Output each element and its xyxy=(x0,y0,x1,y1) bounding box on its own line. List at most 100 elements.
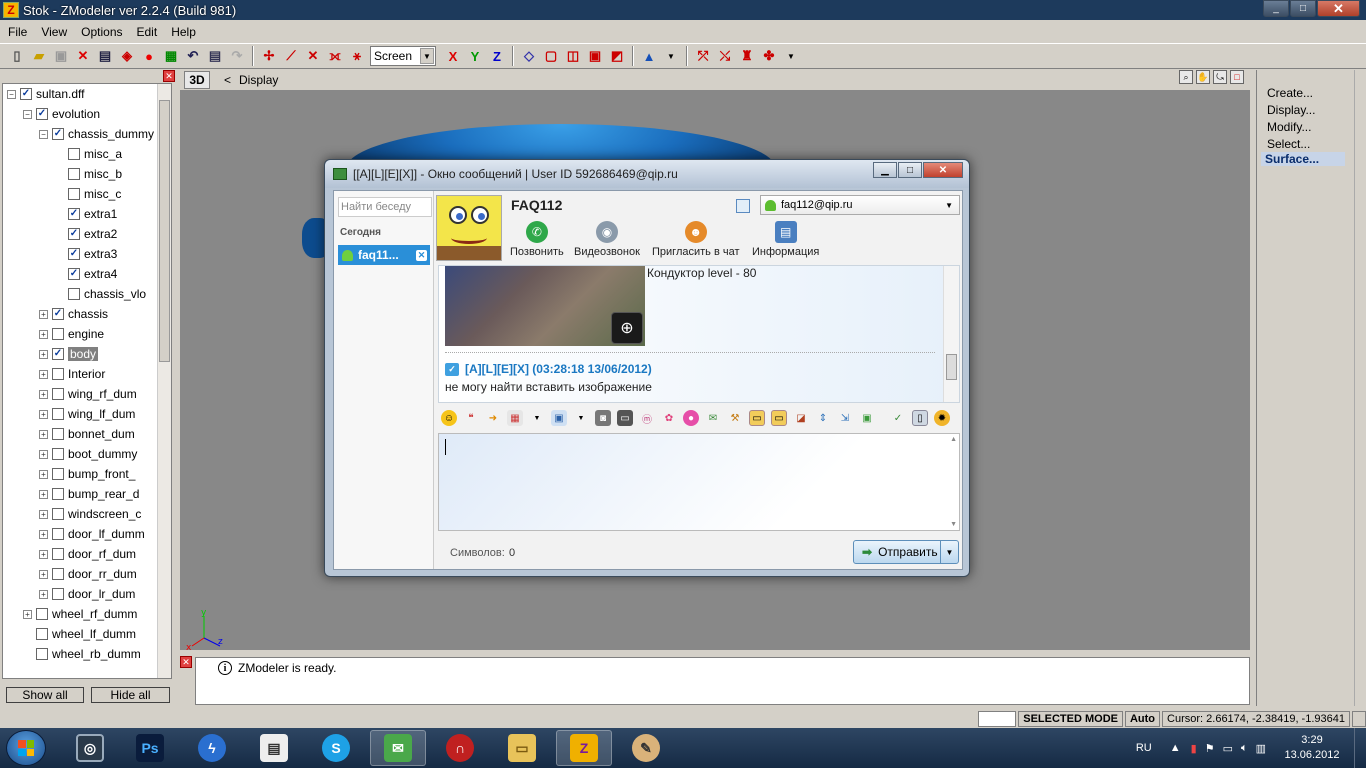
taskbar-app-1[interactable]: ◎ xyxy=(62,730,118,766)
quote-icon[interactable]: ❝ xyxy=(463,410,479,426)
figure-icon[interactable]: ♜ xyxy=(738,47,756,65)
cmd-create[interactable]: Create... xyxy=(1267,86,1313,100)
axis-tool-icon[interactable]: ⚹ xyxy=(348,47,366,65)
tree-item[interactable]: + door_lf_dumm xyxy=(39,524,145,544)
transform-icon[interactable]: ⤱ xyxy=(694,47,712,65)
close-conversation-icon[interactable]: ✕ xyxy=(416,249,427,261)
tv-icon[interactable]: ▭ xyxy=(617,410,633,426)
taskbar-app-4[interactable]: ▤ xyxy=(246,730,302,766)
calendar-icon[interactable]: ▦ xyxy=(507,410,523,426)
language-indicator[interactable]: RU xyxy=(1136,742,1152,754)
maximize-view-icon[interactable]: □ xyxy=(1230,70,1244,84)
expand-icon[interactable]: + xyxy=(39,569,48,579)
call-button[interactable]: ✆ Позвонить xyxy=(510,221,564,258)
visibility-checkbox[interactable] xyxy=(36,648,48,660)
visibility-checkbox[interactable]: ✓ xyxy=(36,108,48,120)
scrollbar-thumb[interactable] xyxy=(159,100,170,362)
expand-icon[interactable]: + xyxy=(39,509,48,519)
tree-item[interactable]: ✓ extra1 xyxy=(55,204,117,224)
move-tool-icon[interactable]: ⟋ xyxy=(282,47,300,65)
visibility-checkbox[interactable] xyxy=(52,448,64,460)
send-button[interactable]: ➡ Отправить ▼ xyxy=(853,540,959,564)
scroll-down-icon[interactable]: ▼ xyxy=(950,521,957,528)
history-icon[interactable] xyxy=(736,199,750,213)
import-icon[interactable]: ▤ xyxy=(96,47,114,65)
export-icon[interactable]: ⇲ xyxy=(837,410,853,426)
tree-item[interactable]: misc_a xyxy=(55,144,122,164)
tree-item[interactable]: + engine xyxy=(39,324,104,344)
visibility-checkbox[interactable]: ✓ xyxy=(52,128,64,140)
group-mode-icon[interactable]: ◩ xyxy=(608,47,626,65)
snap-icon[interactable]: ▲ xyxy=(640,47,658,65)
forward-icon[interactable]: ➜ xyxy=(485,410,501,426)
menu-view[interactable]: View xyxy=(41,25,67,39)
dropdown-icon[interactable]: ▼ xyxy=(662,47,680,65)
tree-item[interactable]: + ✓ chassis xyxy=(39,304,108,324)
show-desktop-button[interactable] xyxy=(1354,728,1366,768)
scrollbar-thumb[interactable] xyxy=(946,354,957,380)
tree-item[interactable]: ✓ extra3 xyxy=(55,244,117,264)
object-mode-icon[interactable]: ▣ xyxy=(586,47,604,65)
tree-item[interactable]: + bump_rear_d xyxy=(39,484,139,504)
tools-icon[interactable]: ⚒ xyxy=(727,410,743,426)
tree-item[interactable]: ✓ extra4 xyxy=(55,264,117,284)
invite-to-chat-button[interactable]: ☻ Пригласить в чат xyxy=(652,221,740,258)
volume-icon[interactable]: 🔈︎ xyxy=(1241,742,1248,755)
conversation-search-input[interactable]: Найти беседу xyxy=(338,197,432,217)
visibility-checkbox[interactable] xyxy=(36,628,48,640)
dropdown-icon[interactable]: ▼ xyxy=(529,410,545,426)
save-icon[interactable]: ▣ xyxy=(52,47,70,65)
folder-icon[interactable]: ▭ xyxy=(771,410,787,426)
visibility-checkbox[interactable]: ✓ xyxy=(68,208,80,220)
collapse-icon[interactable]: − xyxy=(39,129,48,139)
chevron-down-icon[interactable]: ▼ xyxy=(945,201,953,210)
taskbar-app-3[interactable]: ϟ xyxy=(184,730,240,766)
view-mode-select[interactable]: Screen ▼ xyxy=(370,46,436,66)
expand-icon[interactable]: + xyxy=(39,449,48,459)
clock[interactable]: 3:29 13.06.2012 xyxy=(1276,733,1348,763)
lights-icon[interactable]: ✤ xyxy=(760,47,778,65)
expand-icon[interactable]: + xyxy=(39,489,48,499)
menu-edit[interactable]: Edit xyxy=(137,25,158,39)
visibility-checkbox[interactable] xyxy=(52,528,64,540)
collapse-icon[interactable]: − xyxy=(7,89,16,99)
attached-photo[interactable]: ⊕ xyxy=(445,266,645,346)
visibility-checkbox[interactable]: ✓ xyxy=(68,248,80,260)
menu-file[interactable]: File xyxy=(8,25,27,39)
visibility-checkbox[interactable]: ✓ xyxy=(52,348,64,360)
expand-icon[interactable]: + xyxy=(39,409,48,419)
visibility-checkbox[interactable] xyxy=(52,408,64,420)
chevron-down-icon[interactable]: ▼ xyxy=(940,541,958,563)
sticker-icon[interactable]: ● xyxy=(683,410,699,426)
export-icon[interactable]: ◈ xyxy=(118,47,136,65)
visibility-checkbox[interactable] xyxy=(52,588,64,600)
taskbar-paint[interactable]: ✎ xyxy=(618,730,674,766)
scroll-up-icon[interactable]: ▲ xyxy=(950,436,957,443)
tree-item[interactable]: + wing_lf_dum xyxy=(39,404,135,424)
record-icon[interactable]: ● xyxy=(140,47,158,65)
visibility-checkbox[interactable] xyxy=(52,428,64,440)
open-file-icon[interactable]: ▰ xyxy=(30,47,48,65)
tree-item[interactable]: + Interior xyxy=(39,364,105,384)
scale-tool-icon[interactable]: ⟗ xyxy=(326,47,344,65)
visibility-checkbox[interactable] xyxy=(52,368,64,380)
chevron-down-icon[interactable]: ▼ xyxy=(420,48,434,64)
tree-scrollbar[interactable] xyxy=(157,84,171,678)
cmd-modify[interactable]: Modify... xyxy=(1267,120,1311,134)
history-scrollbar[interactable] xyxy=(943,266,959,402)
notes-icon[interactable]: ▤ xyxy=(206,47,224,65)
visibility-checkbox[interactable] xyxy=(52,468,64,480)
conversation-item[interactable]: faq11... ✕ xyxy=(338,245,430,265)
render-icon[interactable]: ▦ xyxy=(162,47,180,65)
visibility-checkbox[interactable]: ✓ xyxy=(68,228,80,240)
pan-icon[interactable]: ✋ xyxy=(1196,70,1210,84)
tree-item[interactable]: chassis_vlo xyxy=(55,284,146,304)
vertex-mode-icon[interactable]: ◇ xyxy=(520,47,538,65)
send-file-icon[interactable]: ▣ xyxy=(551,410,567,426)
orbit-icon[interactable]: ⤿ xyxy=(1213,70,1227,84)
camera-icon[interactable]: ◙ xyxy=(595,410,611,426)
tree-item[interactable]: + wing_rf_dum xyxy=(39,384,137,404)
visibility-checkbox[interactable]: ✓ xyxy=(20,88,32,100)
visibility-checkbox[interactable] xyxy=(52,388,64,400)
tree-item[interactable]: misc_c xyxy=(55,184,121,204)
